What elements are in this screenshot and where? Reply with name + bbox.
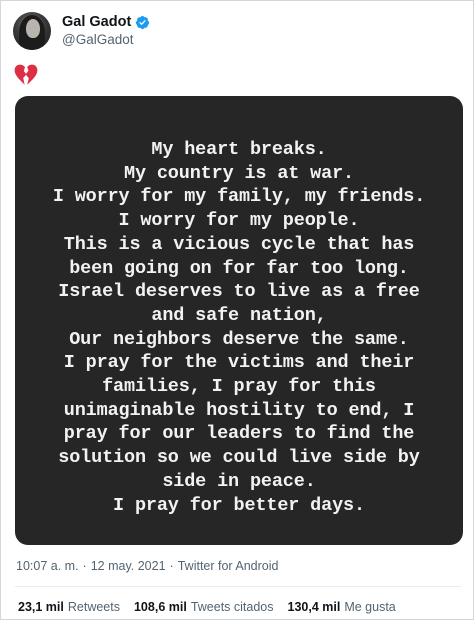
image-text-line: My country is at war. — [124, 162, 354, 184]
image-text-block: My heart breaks. My country is at war. I… — [15, 138, 463, 517]
tweet-source[interactable]: Twitter for Android — [178, 559, 279, 573]
image-text-line: I worry for my people. — [118, 210, 360, 232]
image-text-line: Israel deserves to live as a free — [58, 281, 420, 303]
avatar-face — [26, 19, 40, 38]
image-text-line: My heart breaks. — [151, 139, 327, 160]
author-handle[interactable]: @GalGadot — [62, 31, 150, 48]
retweets-label: Retweets — [67, 600, 120, 614]
image-text-line: I pray for the victims and their — [63, 352, 415, 374]
author-info: Gal Gadot @GalGadot — [62, 14, 150, 48]
image-text-line: and safe nation, — [151, 304, 327, 326]
avatar[interactable] — [13, 12, 51, 50]
tweet-stats: 23,1 mil Retweets 108,6 mil Tweets citad… — [18, 600, 410, 614]
meta-separator: · — [82, 559, 87, 573]
retweets-stat[interactable]: 23,1 mil Retweets — [18, 600, 120, 614]
image-text-line: been going on for far too long. — [69, 257, 409, 279]
author-name[interactable]: Gal Gadot — [62, 14, 131, 31]
author-name-row: Gal Gadot — [62, 14, 150, 31]
image-text-line: Our neighbors deserve the same. — [69, 328, 409, 350]
image-text-line: This is a vicious cycle that has — [63, 233, 415, 255]
likes-label: Me gusta — [344, 600, 396, 614]
tweet-card: Gal Gadot @GalGadot My heart breaks. My … — [0, 0, 474, 620]
tweet-header: Gal Gadot @GalGadot — [13, 11, 150, 51]
image-text-line: solution so we could live side by — [58, 447, 420, 469]
tweet-time[interactable]: 10:07 a. m. — [16, 559, 79, 573]
image-text-line: I pray for better days. — [113, 494, 365, 516]
tweet-date[interactable]: 12 may. 2021 — [91, 559, 166, 573]
divider — [15, 586, 461, 587]
retweets-count: 23,1 mil — [18, 600, 64, 614]
likes-stat[interactable]: 130,4 mil Me gusta — [288, 600, 396, 614]
image-text-line: unimaginable hostility to end, I — [63, 399, 415, 421]
image-text-line: side in peace. — [162, 470, 316, 492]
quote-tweets-label: Tweets citados — [190, 600, 274, 614]
meta-separator: · — [169, 559, 174, 573]
verified-badge-icon — [136, 15, 150, 30]
tweet-image[interactable]: My heart breaks. My country is at war. I… — [15, 96, 463, 545]
image-text-line: families, I pray for this — [102, 376, 376, 398]
broken-heart-icon — [14, 64, 38, 85]
image-text-line: I worry for my family, my friends. — [52, 186, 426, 208]
image-text-line: pray for our leaders to find the — [63, 423, 415, 445]
quote-tweets-count: 108,6 mil — [133, 600, 187, 614]
likes-count: 130,4 mil — [287, 600, 341, 614]
tweet-metadata: 10:07 a. m. · 12 may. 2021 · Twitter for… — [16, 559, 278, 573]
quote-tweets-stat[interactable]: 108,6 mil Tweets citados — [134, 600, 274, 614]
